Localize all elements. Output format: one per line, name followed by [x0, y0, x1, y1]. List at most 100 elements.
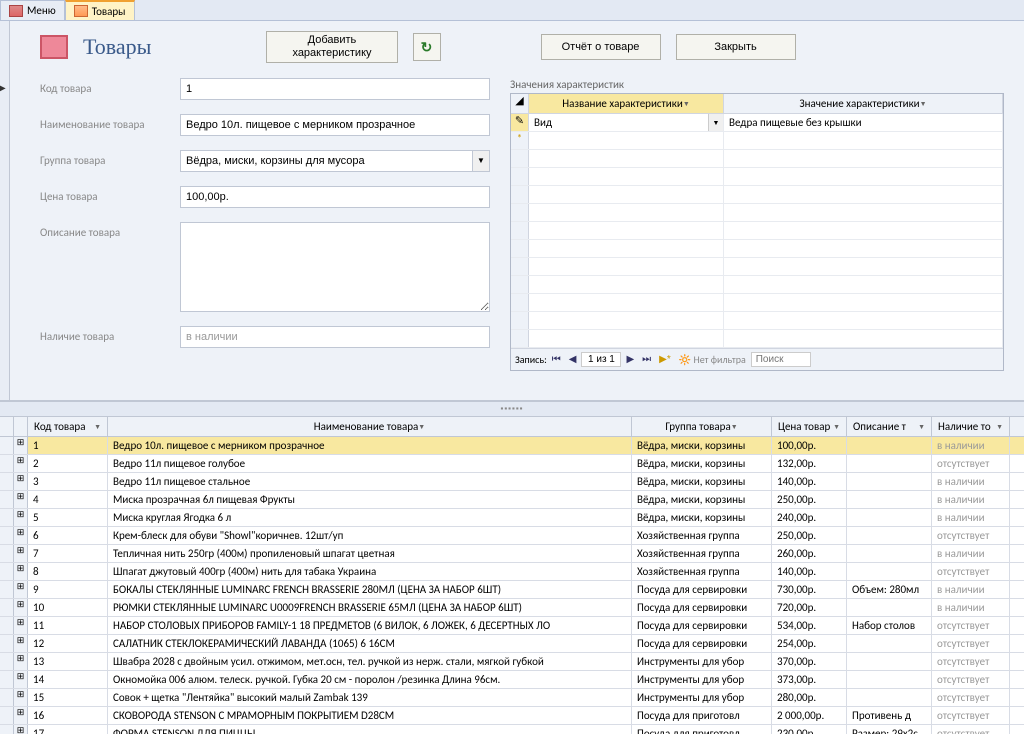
expand-row-button[interactable]: ⊞: [14, 689, 28, 706]
cell-id[interactable]: 11: [28, 617, 108, 634]
cell-group[interactable]: Посуда для сервировки: [632, 635, 772, 652]
cell-name[interactable]: Совок + щетка "Лентяйка" высокий малый Z…: [108, 689, 632, 706]
cell-name[interactable]: НАБОР СТОЛОВЫХ ПРИБОРОВ FAMILY-1 18 ПРЕД…: [108, 617, 632, 634]
col-char-name[interactable]: Название характеристики▼: [529, 94, 724, 113]
refresh-button[interactable]: [413, 33, 441, 61]
cell-avail[interactable]: отсутствует: [932, 617, 1010, 634]
expand-row-button[interactable]: ⊞: [14, 635, 28, 652]
chevron-down-icon[interactable]: ▼: [708, 114, 723, 131]
col-desc[interactable]: Описание т▼: [847, 417, 932, 436]
col-name[interactable]: Наименование товара▼: [108, 417, 632, 436]
cell-desc[interactable]: Набор столов: [847, 617, 932, 634]
cell-group[interactable]: Хозяйственная группа: [632, 563, 772, 580]
char-value-cell[interactable]: Ведра пищевые без крышки: [724, 114, 1003, 131]
report-button[interactable]: Отчёт о товаре: [541, 34, 661, 60]
tab-menu[interactable]: Меню: [0, 0, 65, 20]
cell-id[interactable]: 5: [28, 509, 108, 526]
cell-group[interactable]: Инструменты для убор: [632, 671, 772, 688]
cell-avail[interactable]: отсутствует: [932, 455, 1010, 472]
close-button[interactable]: Закрыть: [676, 34, 796, 60]
cell-avail[interactable]: в наличии: [932, 437, 1010, 454]
cell-price[interactable]: 254,00р.: [772, 635, 847, 652]
cell-avail[interactable]: отсутствует: [932, 563, 1010, 580]
expand-row-button[interactable]: ⊞: [14, 617, 28, 634]
cell-id[interactable]: 14: [28, 671, 108, 688]
cell-desc[interactable]: [847, 635, 932, 652]
cell-group[interactable]: Хозяйственная группа: [632, 545, 772, 562]
expand-row-button[interactable]: ⊞: [14, 545, 28, 562]
cell-id[interactable]: 13: [28, 653, 108, 670]
cell-name[interactable]: РЮМКИ СТЕКЛЯННЫЕ LUMINARC U0009FRENCH BR…: [108, 599, 632, 616]
cell-avail[interactable]: отсутствует: [932, 689, 1010, 706]
cell-name[interactable]: Швабра 2028 с двойным усил. отжимом, мет…: [108, 653, 632, 670]
cell-desc[interactable]: [847, 599, 932, 616]
row-selector[interactable]: [0, 725, 14, 734]
cell-id[interactable]: 16: [28, 707, 108, 724]
table-row[interactable]: ⊞ 5 Миска круглая Ягодка 6 л Вёдра, миск…: [0, 509, 1024, 527]
cell-price[interactable]: 140,00р.: [772, 473, 847, 490]
select-all-rows[interactable]: [0, 417, 14, 436]
cell-id[interactable]: 17: [28, 725, 108, 734]
cell-desc[interactable]: [847, 563, 932, 580]
select-all-rows[interactable]: ◢: [511, 94, 529, 113]
expand-row-button[interactable]: ⊞: [14, 509, 28, 526]
row-selector[interactable]: ✎: [511, 114, 529, 131]
cell-group[interactable]: Инструменты для убор: [632, 689, 772, 706]
row-selector[interactable]: [0, 509, 14, 526]
add-characteristic-button[interactable]: Добавить характеристику: [266, 31, 397, 63]
cell-group[interactable]: Посуда для сервировки: [632, 617, 772, 634]
row-selector[interactable]: [0, 599, 14, 616]
cell-desc[interactable]: [847, 509, 932, 526]
col-char-value[interactable]: Значение характеристики▼: [724, 94, 1003, 113]
char-name-cell[interactable]: Вид▼: [529, 114, 724, 131]
cell-price[interactable]: 240,00р.: [772, 509, 847, 526]
cell-desc[interactable]: [847, 527, 932, 544]
table-row[interactable]: ⊞ 1 Ведро 10л. пищевое с мерником прозра…: [0, 437, 1024, 455]
cell-group[interactable]: Вёдра, миски, корзины: [632, 491, 772, 508]
table-row[interactable]: ⊞ 2 Ведро 11л пищевое голубое Вёдра, мис…: [0, 455, 1024, 473]
expand-row-button[interactable]: ⊞: [14, 725, 28, 734]
cell-price[interactable]: 370,00р.: [772, 653, 847, 670]
expand-row-button[interactable]: ⊞: [14, 527, 28, 544]
cell-price[interactable]: 132,00р.: [772, 455, 847, 472]
cell-avail[interactable]: в наличии: [932, 473, 1010, 490]
nav-prev-button[interactable]: ◀: [566, 354, 580, 365]
table-row[interactable]: ⊞ 15 Совок + щетка "Лентяйка" высокий ма…: [0, 689, 1024, 707]
cell-id[interactable]: 1: [28, 437, 108, 454]
table-row[interactable]: ⊞ 6 Крем-блеск для обуви "Showl"коричнев…: [0, 527, 1024, 545]
cell-desc[interactable]: Размер: 29х2с: [847, 725, 932, 734]
expand-row-button[interactable]: ⊞: [14, 473, 28, 490]
nav-new-button[interactable]: ▶*: [656, 354, 674, 365]
col-group[interactable]: Группа товара▼: [632, 417, 772, 436]
expand-row-button[interactable]: ⊞: [14, 581, 28, 598]
cell-desc[interactable]: Противень д: [847, 707, 932, 724]
cell-id[interactable]: 2: [28, 455, 108, 472]
nav-search-input[interactable]: [751, 352, 811, 367]
row-selector[interactable]: [0, 707, 14, 724]
cell-name[interactable]: Ведро 10л. пищевое с мерником прозрачное: [108, 437, 632, 454]
cell-avail[interactable]: в наличии: [932, 581, 1010, 598]
cell-id[interactable]: 4: [28, 491, 108, 508]
cell-group[interactable]: Посуда для сервировки: [632, 581, 772, 598]
cell-avail[interactable]: отсутствует: [932, 653, 1010, 670]
cell-group[interactable]: Вёдра, миски, корзины: [632, 455, 772, 472]
expand-row-button[interactable]: ⊞: [14, 653, 28, 670]
table-row[interactable]: ⊞ 14 Окномойка 006 алюм. телеск. ручкой.…: [0, 671, 1024, 689]
nav-next-button[interactable]: ▶: [623, 354, 637, 365]
desc-input[interactable]: [180, 222, 490, 312]
row-selector[interactable]: [0, 473, 14, 490]
cell-avail[interactable]: отсутствует: [932, 527, 1010, 544]
expand-row-button[interactable]: ⊞: [14, 671, 28, 688]
cell-price[interactable]: 2 000,00р.: [772, 707, 847, 724]
cell-price[interactable]: 140,00р.: [772, 563, 847, 580]
cell-avail[interactable]: в наличии: [932, 545, 1010, 562]
form-splitter[interactable]: ▪▪▪▪▪▪: [0, 401, 1024, 417]
expand-row-button[interactable]: ⊞: [14, 707, 28, 724]
cell-id[interactable]: 9: [28, 581, 108, 598]
expand-row-button[interactable]: ⊞: [14, 455, 28, 472]
row-selector[interactable]: [0, 437, 14, 454]
row-selector[interactable]: [0, 653, 14, 670]
cell-id[interactable]: 12: [28, 635, 108, 652]
avail-input[interactable]: [180, 326, 490, 348]
cell-group[interactable]: Вёдра, миски, корзины: [632, 473, 772, 490]
